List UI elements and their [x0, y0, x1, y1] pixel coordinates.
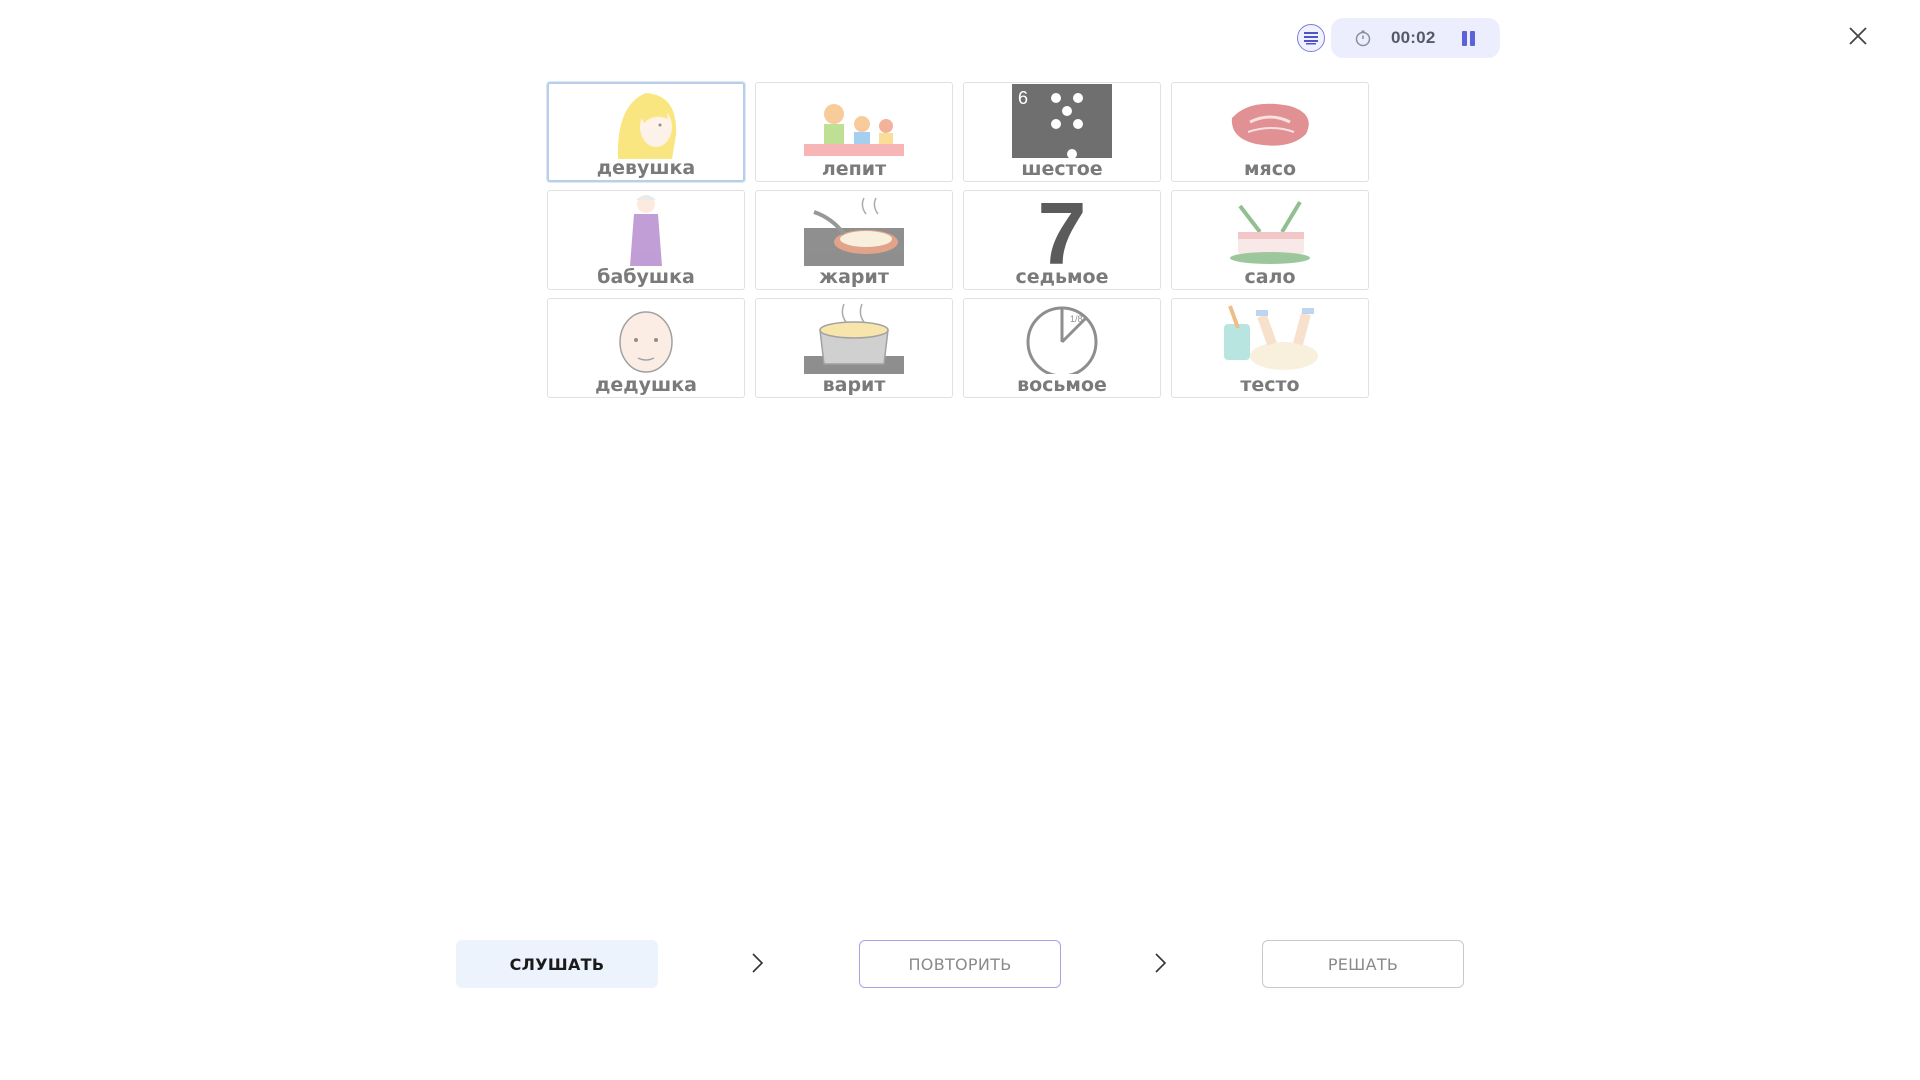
card-grandfather[interactable]: дедушка: [547, 298, 745, 398]
frying-pan-image: [804, 197, 904, 266]
fraction-text: 1/8: [1070, 314, 1083, 324]
stopwatch-icon: [1355, 30, 1371, 47]
card-label: сало: [1244, 266, 1296, 288]
grandfather-image: [619, 311, 673, 373]
chevron-right-icon: [1155, 953, 1167, 973]
sculpting-family-image: [804, 104, 904, 156]
word-card-grid: девушка лепит 6 шестое мясо бабушка жари…: [547, 82, 1369, 398]
card-lard[interactable]: сало: [1171, 190, 1369, 290]
pause-button[interactable]: [1459, 29, 1479, 49]
card-label: дедушка: [595, 374, 697, 396]
girl-image: [617, 93, 677, 159]
card-label: восьмое: [1017, 374, 1107, 396]
timer-value: 00:02: [1391, 28, 1436, 47]
cooking-pot-image: [804, 303, 904, 374]
card-girl[interactable]: девушка: [547, 82, 745, 182]
repeat-button[interactable]: ПОВТОРИТЬ: [859, 940, 1061, 988]
card-label: девушка: [596, 157, 696, 179]
list-icon: [1304, 32, 1318, 45]
card-label: шестое: [1021, 158, 1103, 180]
card-label: лепит: [821, 158, 887, 180]
card-sculpt[interactable]: лепит: [755, 82, 953, 182]
close-button[interactable]: [1846, 24, 1870, 48]
card-grandmother[interactable]: бабушка: [547, 190, 745, 290]
dice-number: 6: [1018, 88, 1028, 108]
solve-button[interactable]: РЕШАТЬ: [1262, 940, 1464, 988]
card-label: жарит: [819, 266, 889, 288]
card-fry[interactable]: жарит: [755, 190, 953, 290]
lard-image: [1230, 200, 1310, 264]
card-meat[interactable]: мясо: [1171, 82, 1369, 182]
card-label: бабушка: [597, 266, 695, 288]
dough-image: [1224, 305, 1318, 370]
chevron-right-icon: [752, 953, 764, 973]
card-label: седьмое: [1015, 266, 1109, 288]
dice-six-image: 6: [1012, 84, 1112, 158]
timer-panel: 00:02: [1331, 18, 1500, 58]
listen-button[interactable]: СЛУШАТЬ: [456, 940, 658, 988]
clock-eighth-image: 1/8: [1026, 306, 1098, 374]
card-seventh[interactable]: 7 седьмое: [963, 190, 1161, 290]
card-label: варит: [822, 374, 886, 396]
card-label: тесто: [1240, 374, 1300, 396]
big-number: 7: [1038, 192, 1087, 266]
meat-image: [1231, 103, 1309, 146]
card-sixth[interactable]: 6 шестое: [963, 82, 1161, 182]
list-button[interactable]: [1297, 24, 1325, 52]
card-boil[interactable]: варит: [755, 298, 953, 398]
grandmother-image: [630, 195, 662, 266]
close-icon: [1849, 27, 1867, 45]
card-dough[interactable]: тесто: [1171, 298, 1369, 398]
number-seven-image: 7: [1038, 192, 1087, 266]
card-label: мясо: [1243, 158, 1297, 180]
card-eighth[interactable]: 1/8 восьмое: [963, 298, 1161, 398]
